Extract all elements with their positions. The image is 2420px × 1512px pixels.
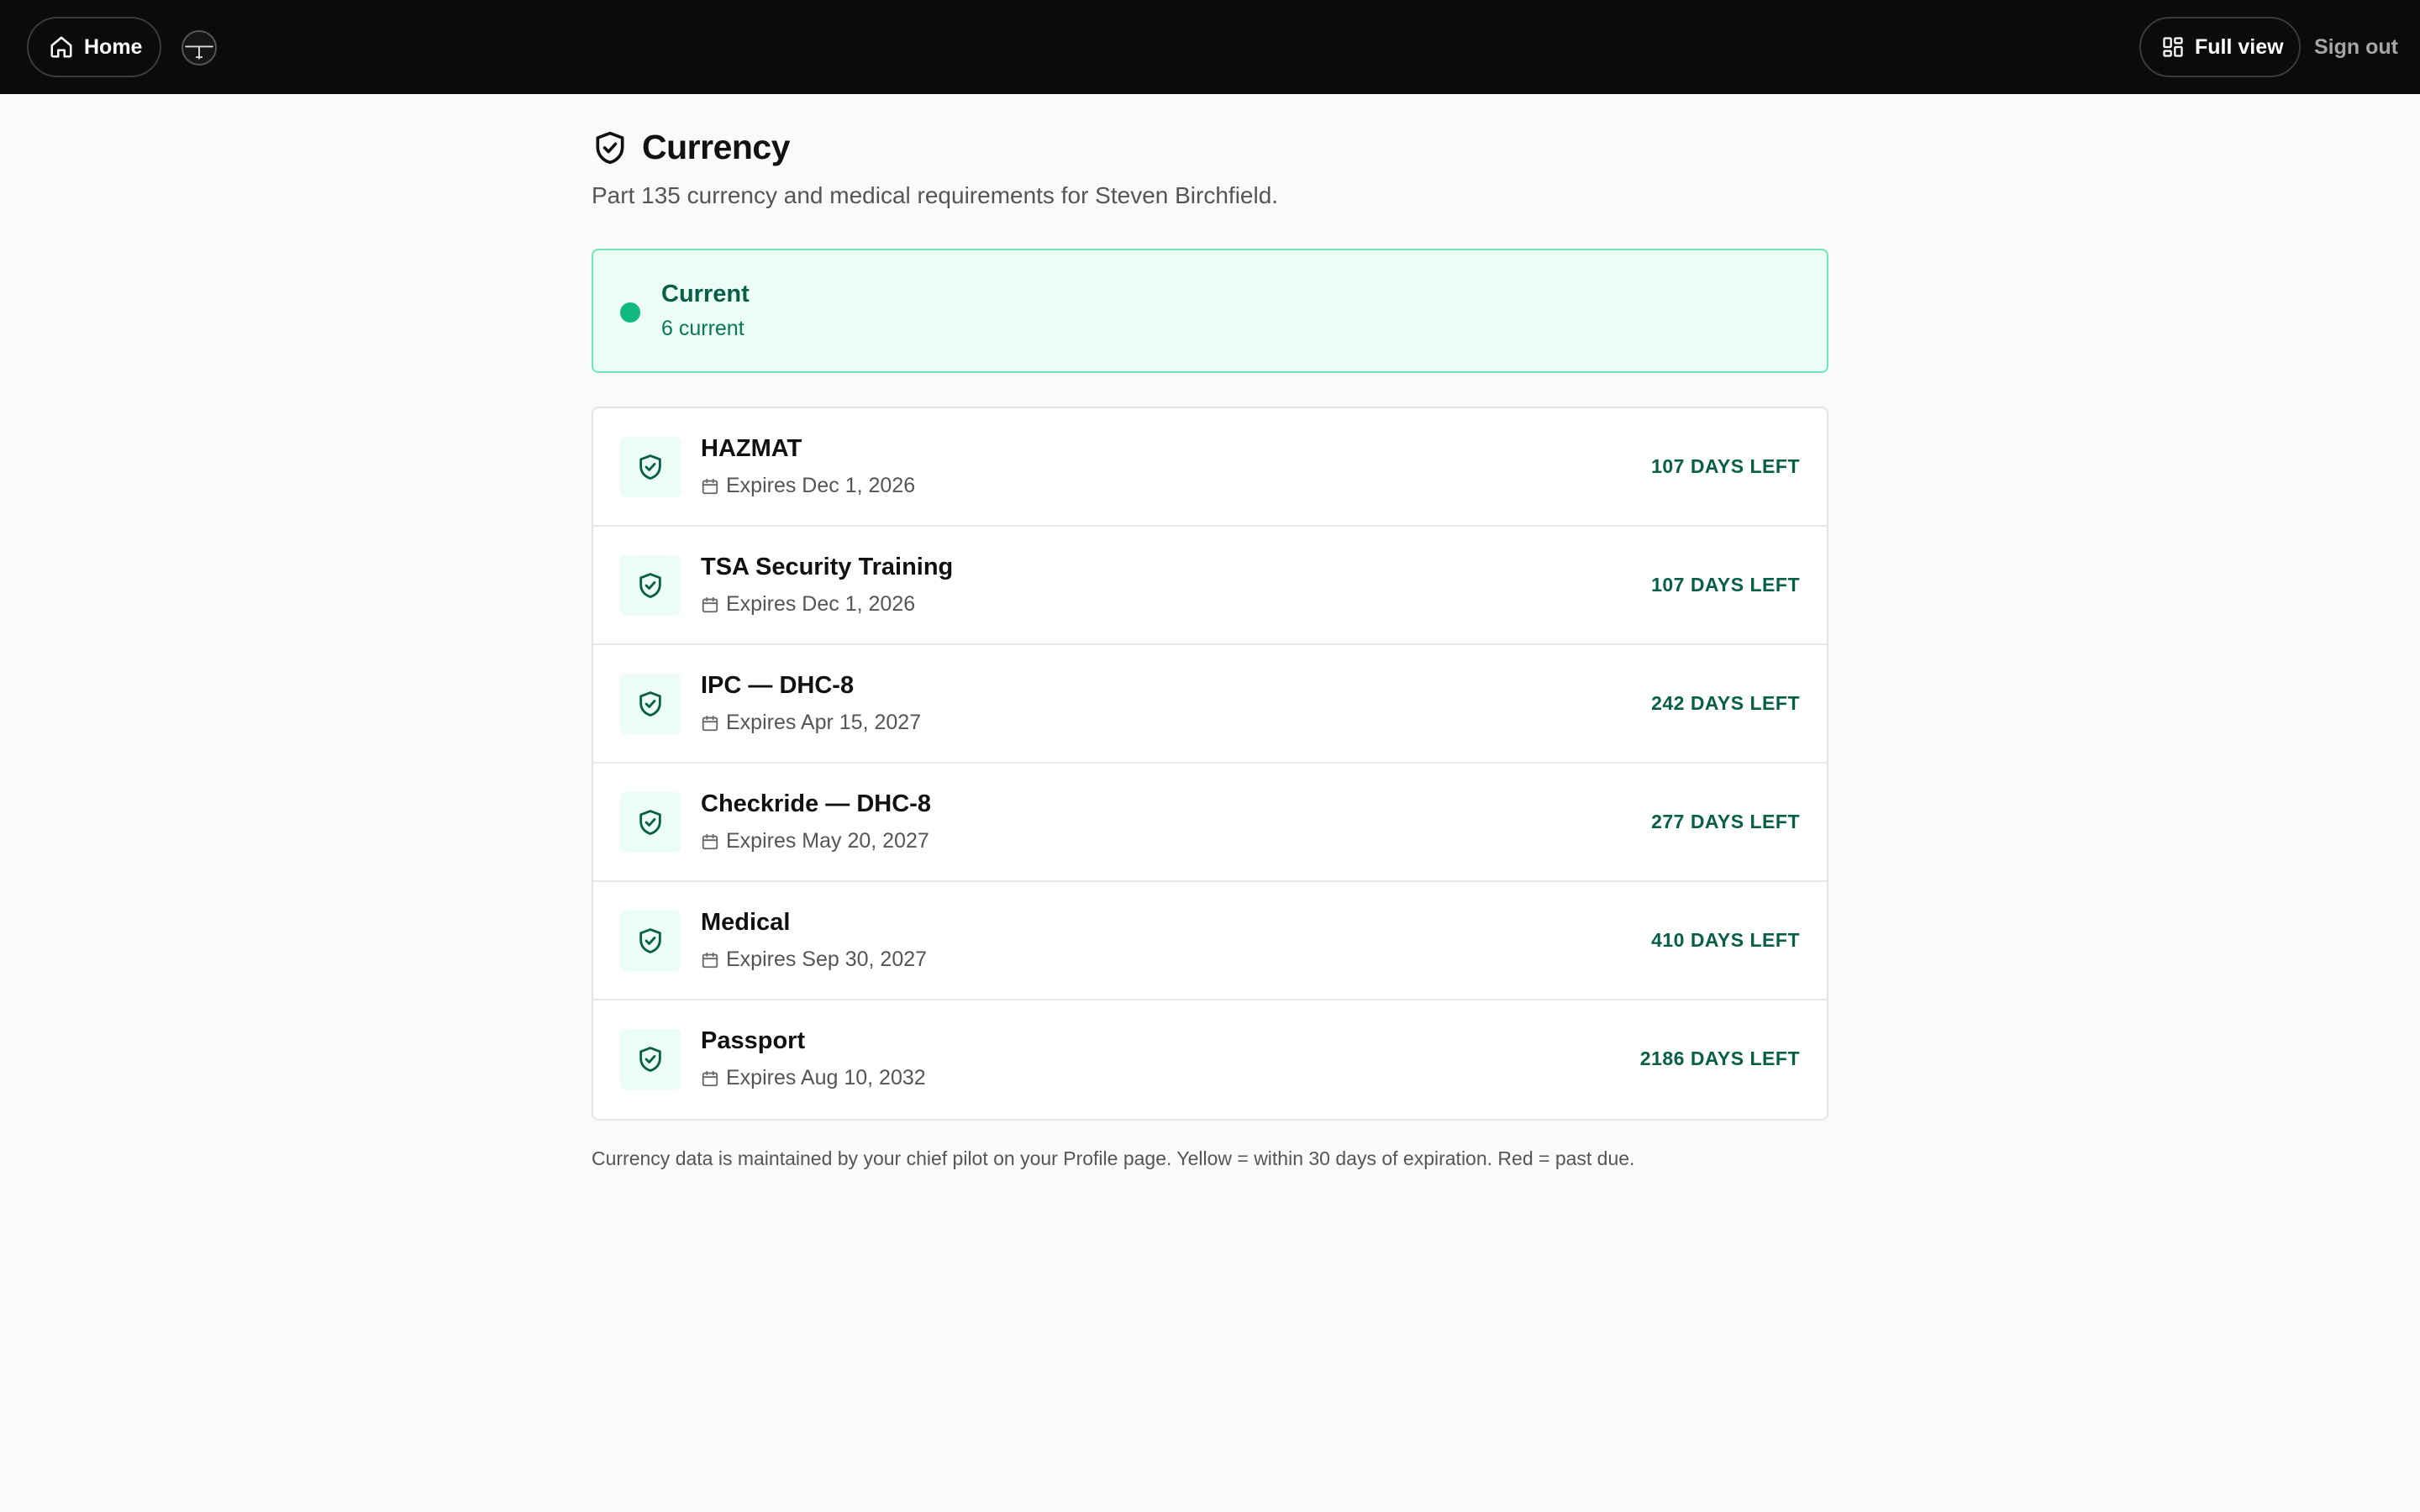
item-days-left: 410 DAYS LEFT xyxy=(1651,929,1800,951)
currency-item-medical: Medical Expires Sep 30, 2027 410 DAYS LE… xyxy=(593,882,1827,1000)
shield-check-icon xyxy=(620,1029,681,1089)
shield-check-icon xyxy=(620,555,681,616)
calendar-icon xyxy=(702,1070,718,1086)
item-days-left: 277 DAYS LEFT xyxy=(1651,811,1800,832)
item-name: HAZMAT xyxy=(701,435,802,462)
shield-check-icon xyxy=(620,792,681,853)
currency-item-passport: Passport Expires Aug 10, 2032 2186 DAYS … xyxy=(593,1000,1827,1119)
shield-check-icon xyxy=(620,437,681,497)
calendar-icon xyxy=(702,715,718,731)
shield-check-icon xyxy=(620,911,681,971)
grid-icon xyxy=(2163,37,2183,57)
item-expiry-text: Expires May 20, 2027 xyxy=(726,829,929,853)
item-days-left: 242 DAYS LEFT xyxy=(1651,692,1800,714)
home-icon xyxy=(50,36,72,58)
item-name: Checkride — DHC-8 xyxy=(701,790,931,817)
shield-check-icon xyxy=(596,131,624,164)
item-expiry: Expires Apr 15, 2027 xyxy=(701,711,921,735)
home-button[interactable]: Home xyxy=(27,17,161,77)
calendar-icon xyxy=(702,478,718,494)
page-title: Currency xyxy=(642,128,791,166)
calendar-icon xyxy=(702,596,718,612)
footnote: Currency data is maintained by your chie… xyxy=(592,1147,1635,1169)
calendar-icon xyxy=(702,952,718,968)
item-name: IPC — DHC-8 xyxy=(701,672,855,699)
airplane-logo-icon[interactable] xyxy=(182,30,217,66)
currency-item-hazmat: HAZMAT Expires Dec 1, 2026 107 DAYS LEFT xyxy=(593,408,1827,527)
shield-check-icon xyxy=(620,674,681,734)
item-expiry-text: Expires Sep 30, 2027 xyxy=(726,948,928,971)
status-count: 6 current xyxy=(661,317,744,340)
item-expiry: Expires Sep 30, 2027 xyxy=(701,948,927,972)
item-days-left: 107 DAYS LEFT xyxy=(1651,574,1800,596)
status-banner: Current 6 current xyxy=(592,249,1828,373)
item-expiry: Expires Aug 10, 2032 xyxy=(701,1066,926,1090)
currency-list: HAZMAT Expires Dec 1, 2026 107 DAYS LEFT… xyxy=(592,407,1828,1121)
status-title: Current xyxy=(661,281,750,307)
item-expiry-text: Expires Aug 10, 2032 xyxy=(726,1066,926,1089)
item-days-left: 107 DAYS LEFT xyxy=(1651,455,1800,477)
item-expiry-text: Expires Dec 1, 2026 xyxy=(726,474,916,497)
item-name: TSA Security Training xyxy=(701,554,954,580)
home-label: Home xyxy=(84,34,143,59)
currency-item-tsa-security-training: TSA Security Training Expires Dec 1, 202… xyxy=(593,527,1827,645)
currency-item-checkride-dhc-8: Checkride — DHC-8 Expires May 20, 2027 2… xyxy=(593,764,1827,882)
calendar-icon xyxy=(702,833,718,849)
item-days-left: 2186 DAYS LEFT xyxy=(1639,1047,1800,1069)
top-navigation-bar: Home Full view Sign out xyxy=(0,0,2420,94)
full-view-label: Full view xyxy=(2195,34,2284,59)
item-name: Medical xyxy=(701,909,791,936)
status-dot xyxy=(620,302,640,323)
full-view-button[interactable]: Full view xyxy=(2139,17,2301,77)
currency-item-ipc-dhc-8: IPC — DHC-8 Expires Apr 15, 2027 242 DAY… xyxy=(593,645,1827,764)
item-expiry: Expires Dec 1, 2026 xyxy=(701,474,915,498)
page-subtitle: Part 135 currency and medical requiremen… xyxy=(592,182,1279,208)
item-expiry: Expires Dec 1, 2026 xyxy=(701,592,915,617)
item-expiry: Expires May 20, 2027 xyxy=(701,829,929,853)
item-name: Passport xyxy=(701,1027,806,1054)
item-expiry-text: Expires Dec 1, 2026 xyxy=(726,592,916,616)
sign-out-button[interactable]: Sign out xyxy=(2314,17,2398,77)
page-header: Currency xyxy=(592,128,791,167)
item-expiry-text: Expires Apr 15, 2027 xyxy=(726,711,922,734)
